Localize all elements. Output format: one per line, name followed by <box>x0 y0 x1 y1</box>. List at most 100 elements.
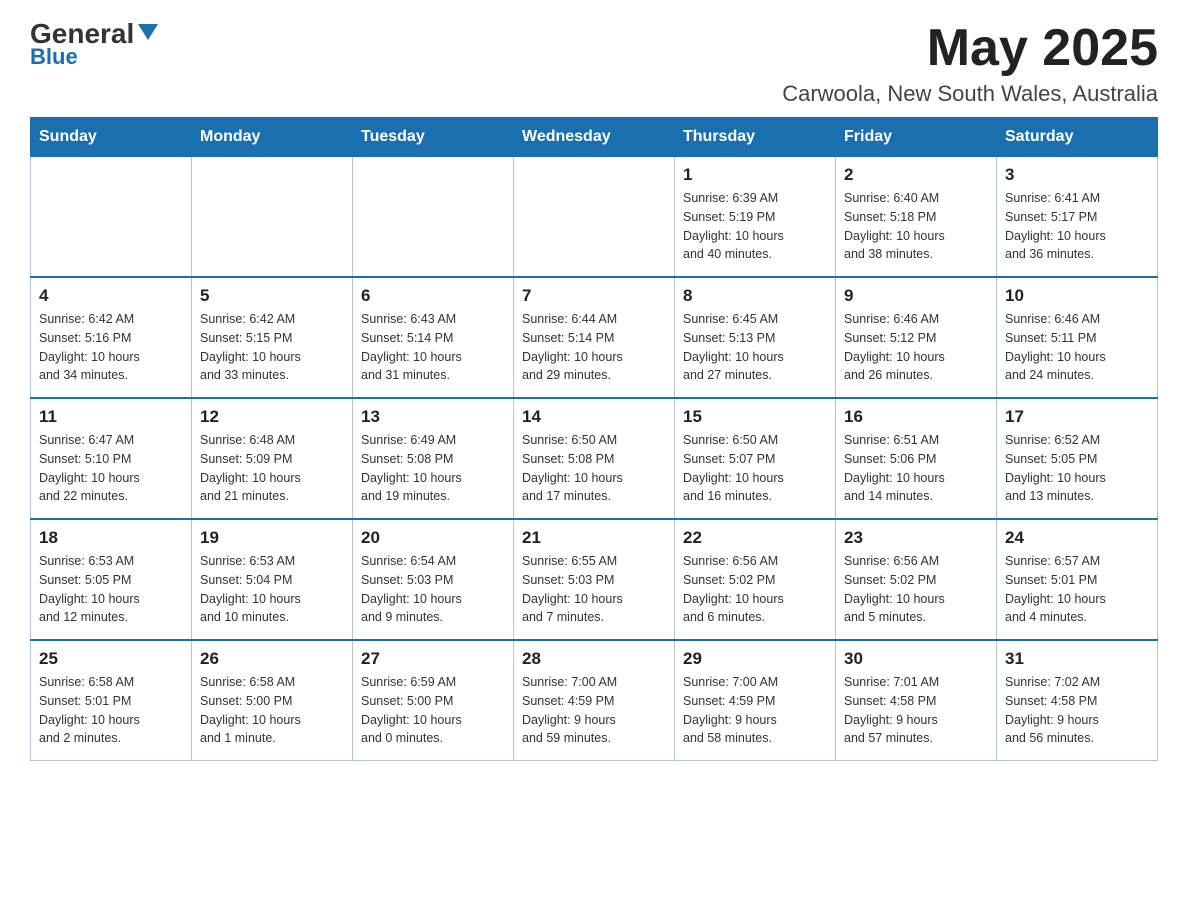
calendar-header-row: SundayMondayTuesdayWednesdayThursdayFrid… <box>31 118 1158 157</box>
calendar-cell: 1 Sunrise: 6:39 AMSunset: 5:19 PMDaylight… <box>675 157 836 278</box>
calendar-week-row: 11Sunrise: 6:47 AMSunset: 5:10 PMDayligh… <box>31 398 1158 519</box>
calendar-cell <box>31 157 192 278</box>
calendar-cell: 31 Sunrise: 7:02 AMSunset: 4:58 PMDayligh… <box>997 640 1158 761</box>
day-number: 5 <box>200 286 344 306</box>
logo-triangle-icon <box>136 20 160 44</box>
logo: General Blue <box>30 20 160 70</box>
day-number: 18 <box>39 528 183 548</box>
day-info: Sunrise: 6:40 AMSunset: 5:18 PMDaylight:… <box>844 189 988 264</box>
calendar-header-tuesday: Tuesday <box>353 118 514 157</box>
calendar-cell: 3 Sunrise: 6:41 AMSunset: 5:17 PMDaylight… <box>997 157 1158 278</box>
day-info: Sunrise: 6:46 AMSunset: 5:12 PMDaylight:… <box>844 310 988 385</box>
day-info: Sunrise: 6:42 AMSunset: 5:15 PMDaylight:… <box>200 310 344 385</box>
day-number: 31 <box>1005 649 1149 669</box>
month-title: May 2025 <box>782 20 1158 77</box>
day-info: Sunrise: 6:52 AMSunset: 5:05 PMDaylight:… <box>1005 431 1149 506</box>
day-number: 19 <box>200 528 344 548</box>
calendar-cell: 5 Sunrise: 6:42 AMSunset: 5:15 PMDaylight… <box>192 277 353 398</box>
page-header: General Blue May 2025 Carwoola, New Sout… <box>30 20 1158 107</box>
day-info: Sunrise: 6:48 AMSunset: 5:09 PMDaylight:… <box>200 431 344 506</box>
calendar-cell: 23 Sunrise: 6:56 AMSunset: 5:02 PMDayligh… <box>836 519 997 640</box>
day-number: 17 <box>1005 407 1149 427</box>
calendar-cell: 12 Sunrise: 6:48 AMSunset: 5:09 PMDayligh… <box>192 398 353 519</box>
calendar-cell: 17 Sunrise: 6:52 AMSunset: 5:05 PMDayligh… <box>997 398 1158 519</box>
calendar-week-row: 18 Sunrise: 6:53 AMSunset: 5:05 PMDayligh… <box>31 519 1158 640</box>
title-block: May 2025 Carwoola, New South Wales, Aust… <box>782 20 1158 107</box>
day-number: 9 <box>844 286 988 306</box>
day-info: Sunrise: 6:50 AMSunset: 5:07 PMDaylight:… <box>683 431 827 506</box>
calendar-header-sunday: Sunday <box>31 118 192 157</box>
calendar-cell: 28Sunrise: 7:00 AMSunset: 4:59 PMDayligh… <box>514 640 675 761</box>
day-info: Sunrise: 6:56 AMSunset: 5:02 PMDaylight:… <box>844 552 988 627</box>
location-title: Carwoola, New South Wales, Australia <box>782 81 1158 107</box>
calendar-cell: 2 Sunrise: 6:40 AMSunset: 5:18 PMDaylight… <box>836 157 997 278</box>
day-info: Sunrise: 6:47 AMSunset: 5:10 PMDaylight:… <box>39 431 183 506</box>
day-number: 29 <box>683 649 827 669</box>
day-number: 30 <box>844 649 988 669</box>
day-number: 23 <box>844 528 988 548</box>
day-number: 16 <box>844 407 988 427</box>
day-info: Sunrise: 6:53 AMSunset: 5:04 PMDaylight:… <box>200 552 344 627</box>
calendar-cell: 22 Sunrise: 6:56 AMSunset: 5:02 PMDayligh… <box>675 519 836 640</box>
calendar-cell: 7Sunrise: 6:44 AMSunset: 5:14 PMDaylight… <box>514 277 675 398</box>
day-number: 15 <box>683 407 827 427</box>
calendar-header-wednesday: Wednesday <box>514 118 675 157</box>
day-number: 1 <box>683 165 827 185</box>
calendar-cell: 19 Sunrise: 6:53 AMSunset: 5:04 PMDayligh… <box>192 519 353 640</box>
day-number: 20 <box>361 528 505 548</box>
day-number: 24 <box>1005 528 1149 548</box>
day-info: Sunrise: 6:57 AMSunset: 5:01 PMDaylight:… <box>1005 552 1149 627</box>
calendar-cell: 24 Sunrise: 6:57 AMSunset: 5:01 PMDayligh… <box>997 519 1158 640</box>
day-number: 28 <box>522 649 666 669</box>
calendar-week-row: 25Sunrise: 6:58 AMSunset: 5:01 PMDayligh… <box>31 640 1158 761</box>
day-number: 12 <box>200 407 344 427</box>
calendar-header-monday: Monday <box>192 118 353 157</box>
day-number: 3 <box>1005 165 1149 185</box>
day-info: Sunrise: 6:43 AMSunset: 5:14 PMDaylight:… <box>361 310 505 385</box>
calendar-cell: 13Sunrise: 6:49 AMSunset: 5:08 PMDayligh… <box>353 398 514 519</box>
day-number: 27 <box>361 649 505 669</box>
calendar-cell: 30 Sunrise: 7:01 AMSunset: 4:58 PMDayligh… <box>836 640 997 761</box>
calendar-cell: 8 Sunrise: 6:45 AMSunset: 5:13 PMDaylight… <box>675 277 836 398</box>
day-number: 26 <box>200 649 344 669</box>
day-info: Sunrise: 7:02 AMSunset: 4:58 PMDaylight:… <box>1005 673 1149 748</box>
day-info: Sunrise: 6:56 AMSunset: 5:02 PMDaylight:… <box>683 552 827 627</box>
day-info: Sunrise: 7:01 AMSunset: 4:58 PMDaylight:… <box>844 673 988 748</box>
calendar-cell: 14Sunrise: 6:50 AMSunset: 5:08 PMDayligh… <box>514 398 675 519</box>
calendar-cell: 11Sunrise: 6:47 AMSunset: 5:10 PMDayligh… <box>31 398 192 519</box>
day-info: Sunrise: 6:42 AMSunset: 5:16 PMDaylight:… <box>39 310 183 385</box>
calendar-week-row: 1 Sunrise: 6:39 AMSunset: 5:19 PMDaylight… <box>31 157 1158 278</box>
day-info: Sunrise: 6:46 AMSunset: 5:11 PMDaylight:… <box>1005 310 1149 385</box>
calendar-header-thursday: Thursday <box>675 118 836 157</box>
calendar-cell: 10 Sunrise: 6:46 AMSunset: 5:11 PMDayligh… <box>997 277 1158 398</box>
calendar-cell: 21Sunrise: 6:55 AMSunset: 5:03 PMDayligh… <box>514 519 675 640</box>
calendar-cell: 15 Sunrise: 6:50 AMSunset: 5:07 PMDayligh… <box>675 398 836 519</box>
day-info: Sunrise: 6:53 AMSunset: 5:05 PMDaylight:… <box>39 552 183 627</box>
day-info: Sunrise: 6:50 AMSunset: 5:08 PMDaylight:… <box>522 431 666 506</box>
calendar-week-row: 4 Sunrise: 6:42 AMSunset: 5:16 PMDaylight… <box>31 277 1158 398</box>
calendar-table: SundayMondayTuesdayWednesdayThursdayFrid… <box>30 117 1158 761</box>
calendar-header-saturday: Saturday <box>997 118 1158 157</box>
day-number: 8 <box>683 286 827 306</box>
day-number: 4 <box>39 286 183 306</box>
day-info: Sunrise: 6:59 AMSunset: 5:00 PMDaylight:… <box>361 673 505 748</box>
day-info: Sunrise: 6:51 AMSunset: 5:06 PMDaylight:… <box>844 431 988 506</box>
day-info: Sunrise: 6:55 AMSunset: 5:03 PMDaylight:… <box>522 552 666 627</box>
day-number: 22 <box>683 528 827 548</box>
day-number: 7 <box>522 286 666 306</box>
day-info: Sunrise: 6:58 AMSunset: 5:00 PMDaylight:… <box>200 673 344 748</box>
logo-blue-text: Blue <box>30 44 78 70</box>
day-info: Sunrise: 6:45 AMSunset: 5:13 PMDaylight:… <box>683 310 827 385</box>
calendar-cell: 27 Sunrise: 6:59 AMSunset: 5:00 PMDayligh… <box>353 640 514 761</box>
day-info: Sunrise: 6:39 AMSunset: 5:19 PMDaylight:… <box>683 189 827 264</box>
day-number: 13 <box>361 407 505 427</box>
calendar-cell <box>192 157 353 278</box>
day-info: Sunrise: 6:41 AMSunset: 5:17 PMDaylight:… <box>1005 189 1149 264</box>
calendar-cell: 6Sunrise: 6:43 AMSunset: 5:14 PMDaylight… <box>353 277 514 398</box>
day-number: 10 <box>1005 286 1149 306</box>
calendar-header-friday: Friday <box>836 118 997 157</box>
calendar-cell: 4 Sunrise: 6:42 AMSunset: 5:16 PMDaylight… <box>31 277 192 398</box>
day-number: 25 <box>39 649 183 669</box>
calendar-cell: 18 Sunrise: 6:53 AMSunset: 5:05 PMDayligh… <box>31 519 192 640</box>
day-number: 2 <box>844 165 988 185</box>
